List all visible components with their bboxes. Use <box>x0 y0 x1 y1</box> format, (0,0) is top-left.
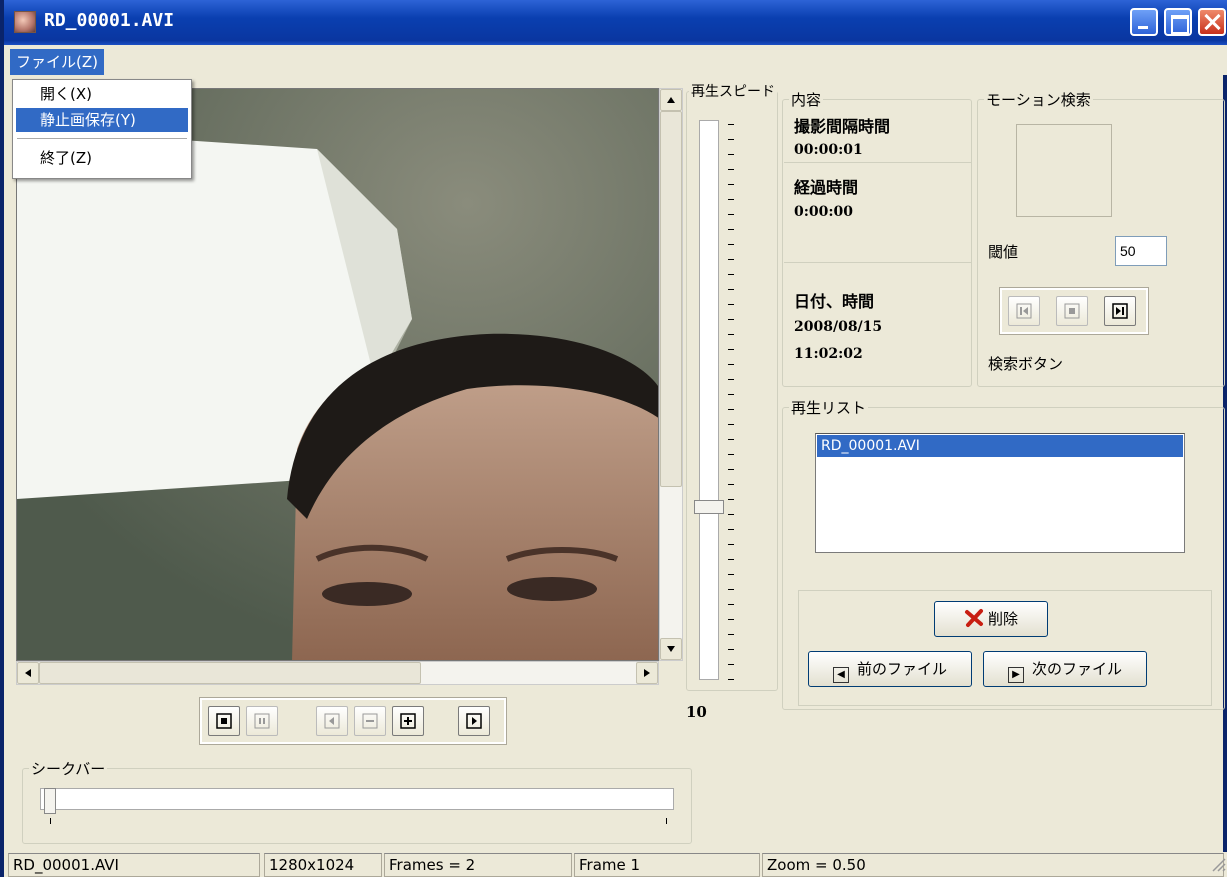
next-file-button[interactable]: ▶ 次のファイル <box>983 651 1147 687</box>
motion-preview <box>1016 124 1112 217</box>
status-frames: Frames = 2 <box>384 853 572 877</box>
arrow-up-icon <box>667 97 675 103</box>
delete-button[interactable]: 削除 <box>934 601 1048 637</box>
minus-icon <box>362 713 378 729</box>
stop-button[interactable] <box>208 706 240 736</box>
arrow-left-icon <box>25 669 31 677</box>
menu-bar: ファイル(Z) <box>4 45 1227 75</box>
date-value: 2008/08/15 <box>794 319 883 335</box>
seekbar-tick-end <box>666 818 667 824</box>
arrow-right-icon <box>644 669 650 677</box>
vertical-scroll-thumb[interactable] <box>660 111 682 487</box>
zoom-in-button[interactable] <box>392 706 424 736</box>
content-divider <box>784 162 972 163</box>
prev-frame-button[interactable] <box>316 706 348 736</box>
pause-button[interactable] <box>246 706 278 736</box>
menu-item-open[interactable]: 開く(X) <box>16 82 188 106</box>
arrow-down-icon <box>667 646 675 652</box>
status-zoom: Zoom = 0.50 <box>762 853 1224 877</box>
search-forward-icon <box>1112 303 1128 319</box>
plus-icon <box>400 713 416 729</box>
next-file-icon: ▶ <box>1007 667 1024 683</box>
search-stop-button[interactable] <box>1056 296 1088 326</box>
window-title: RD_00001.AVI <box>44 10 175 31</box>
content-label: 内容 <box>791 91 822 109</box>
title-bar[interactable]: RD_00001.AVI <box>4 0 1227 45</box>
main-window: RD_00001.AVI ファイル(Z) シークバー 再生スピード 10 内容 … <box>0 0 1227 877</box>
scroll-up-button[interactable] <box>660 89 682 111</box>
speed-value: 10 <box>686 703 707 721</box>
prev-file-button[interactable]: ◀ 前のファイル <box>808 651 972 687</box>
search-buttons <box>999 287 1149 335</box>
delete-label: 削除 <box>987 610 1018 628</box>
seekbar-tick-start <box>50 818 51 824</box>
search-buttons-label: 検索ボタン <box>988 355 1064 373</box>
step-forward-icon <box>466 713 482 729</box>
search-back-icon <box>1016 303 1032 319</box>
elapsed-value: 0:00:00 <box>794 204 854 220</box>
menu-separator <box>17 138 187 139</box>
scroll-right-button[interactable] <box>636 662 658 684</box>
status-resolution: 1280x1024 <box>264 853 382 877</box>
prev-file-label: 前のファイル <box>856 660 947 678</box>
datetime-label: 日付、時間 <box>794 292 875 311</box>
next-frame-button[interactable] <box>458 706 490 736</box>
status-bar: RD_00001.AVI 1280x1024 Frames = 2 Frame … <box>4 852 1227 877</box>
stop-icon <box>1064 303 1080 319</box>
seekbar-label: シークバー <box>31 760 106 778</box>
status-filename: RD_00001.AVI <box>8 853 260 877</box>
close-button[interactable] <box>1198 8 1226 36</box>
file-menu-dropdown: 開く(X) 静止画保存(Y) 終了(Z) <box>12 79 192 179</box>
speed-slider-ticks <box>728 124 734 680</box>
interval-value: 00:00:01 <box>794 142 863 158</box>
threshold-label: 閾値 <box>988 243 1019 261</box>
zoom-out-button[interactable] <box>354 706 386 736</box>
next-file-label: 次のファイル <box>1031 660 1122 678</box>
search-forward-button[interactable] <box>1104 296 1136 326</box>
video-vertical-scrollbar[interactable] <box>659 88 683 661</box>
search-back-button[interactable] <box>1008 296 1040 326</box>
playlist-item[interactable]: RD_00001.AVI <box>817 435 1183 457</box>
menu-item-exit[interactable]: 終了(Z) <box>16 146 188 170</box>
menu-file[interactable]: ファイル(Z) <box>10 49 104 75</box>
scroll-left-button[interactable] <box>17 662 39 684</box>
speed-slider-track[interactable] <box>699 120 719 680</box>
step-back-icon <box>324 713 340 729</box>
menu-item-save-still[interactable]: 静止画保存(Y) <box>16 108 188 132</box>
playback-controls <box>199 697 507 745</box>
threshold-input[interactable] <box>1115 236 1167 266</box>
video-horizontal-scrollbar[interactable] <box>16 661 659 685</box>
motion-search-label: モーション検索 <box>986 91 1091 109</box>
prev-file-icon: ◀ <box>832 667 849 683</box>
resize-grip-icon[interactable] <box>1212 858 1226 872</box>
content-divider <box>784 262 972 263</box>
seekbar-thumb[interactable] <box>44 788 56 814</box>
interval-label: 撮影間隔時間 <box>794 117 891 136</box>
seekbar-track[interactable] <box>40 788 674 810</box>
pause-icon <box>254 713 270 729</box>
horizontal-scroll-thumb[interactable] <box>39 662 421 684</box>
playlist-label: 再生リスト <box>791 399 867 417</box>
stop-icon <box>216 713 232 729</box>
playlist-box[interactable]: RD_00001.AVI <box>815 433 1185 553</box>
speed-slider-thumb[interactable] <box>694 500 724 514</box>
maximize-button[interactable] <box>1164 8 1192 36</box>
elapsed-label: 経過時間 <box>794 178 859 197</box>
delete-x-icon <box>964 609 983 627</box>
speed-label: 再生スピード <box>691 84 775 100</box>
minimize-button[interactable] <box>1130 8 1158 36</box>
scroll-down-button[interactable] <box>660 638 682 660</box>
status-frame: Frame 1 <box>574 853 760 877</box>
app-icon <box>14 11 36 33</box>
time-value: 11:02:02 <box>794 346 863 362</box>
